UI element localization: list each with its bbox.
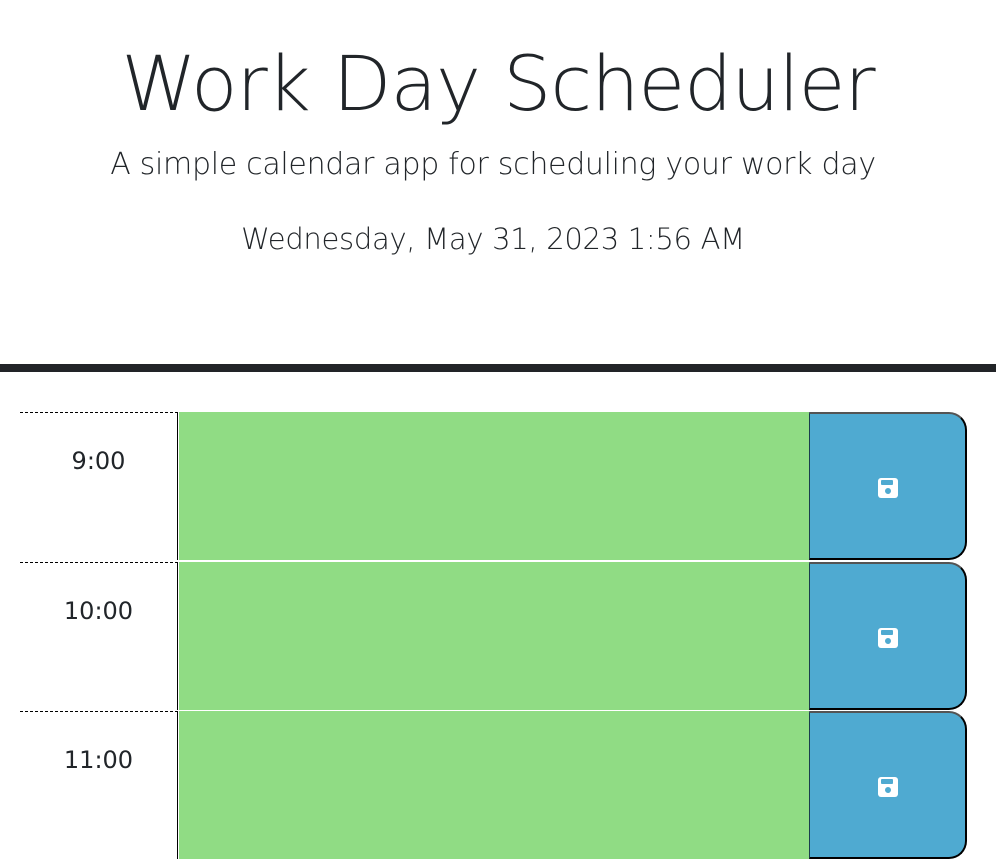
time-block-row: 9:00 [20, 412, 967, 560]
page-subtitle: A simple calendar app for scheduling you… [110, 147, 876, 182]
save-button[interactable] [809, 562, 967, 710]
time-block-row: 11:00 [20, 711, 967, 859]
hour-label: 10:00 [20, 562, 178, 710]
floppy-disk-icon [878, 628, 898, 648]
event-description-input[interactable] [179, 412, 809, 560]
floppy-disk-icon [878, 777, 898, 797]
current-date: Wednesday, May 31, 2023 1:56 AM [241, 222, 745, 256]
save-button[interactable] [809, 711, 967, 859]
page-header: Work Day Scheduler A simple calendar app… [0, 0, 996, 364]
event-description-input[interactable] [179, 562, 809, 710]
time-block-row: 10:00 [20, 562, 967, 710]
header-divider [0, 364, 996, 372]
hour-label: 11:00 [20, 711, 178, 859]
floppy-disk-icon [878, 478, 898, 498]
save-button[interactable] [809, 412, 967, 560]
event-description-input[interactable] [179, 711, 809, 859]
page-title: Work Day Scheduler [121, 39, 875, 128]
hour-label: 9:00 [20, 412, 178, 560]
